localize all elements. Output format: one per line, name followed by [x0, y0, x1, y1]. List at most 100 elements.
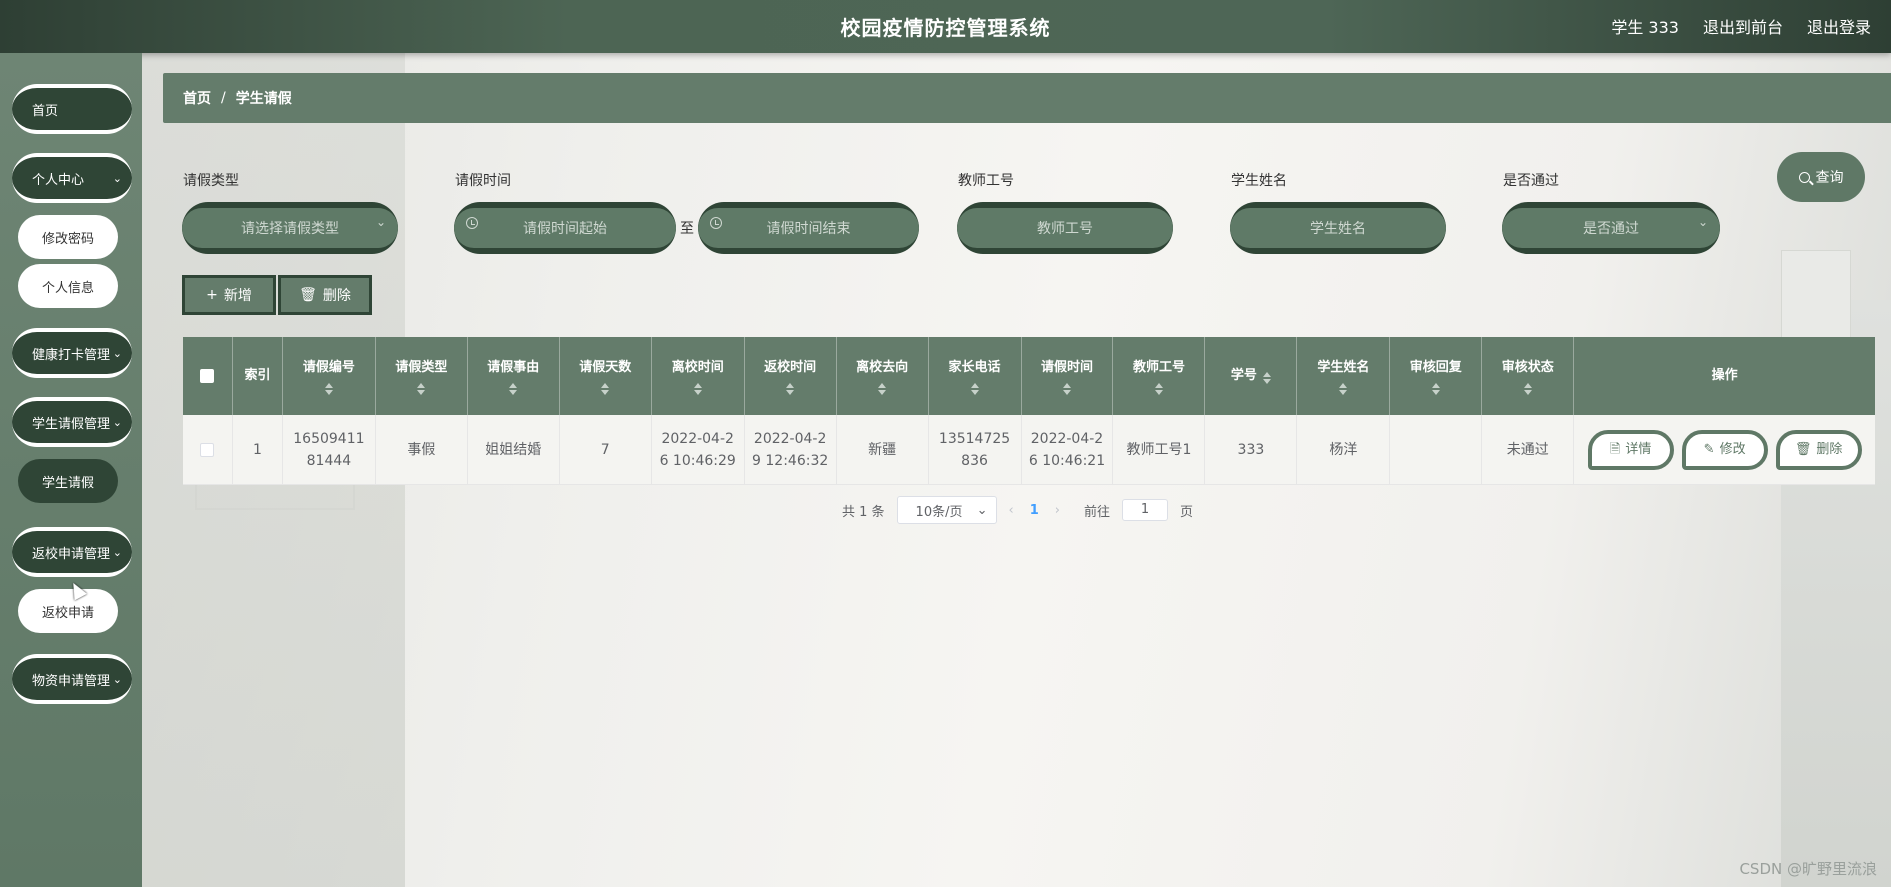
- add-button[interactable]: + 新增: [182, 275, 276, 315]
- sidebar-item-leave-mgmt[interactable]: 学生请假管理 ⌄: [12, 397, 132, 447]
- sort-icon[interactable]: [601, 379, 610, 395]
- sort-icon[interactable]: [417, 379, 426, 395]
- page-unit-label: 页: [1180, 504, 1194, 520]
- col-header[interactable]: 请假时间: [1022, 337, 1114, 415]
- edit-button[interactable]: ✎ 修改: [1681, 429, 1768, 470]
- chevron-down-icon: ⌄: [976, 502, 988, 518]
- cell-text: 9 12:46:32: [752, 452, 829, 469]
- sidebar-item-supplies-mgmt[interactable]: 物资申请管理 ⌄: [12, 654, 132, 704]
- col-header[interactable]: 返校时间: [745, 337, 837, 415]
- col-header[interactable]: 请假天数: [560, 337, 652, 415]
- sort-icon[interactable]: [509, 379, 518, 395]
- sort-icon[interactable]: [786, 379, 795, 395]
- sidebar-item-label: 学生请假管理: [32, 416, 111, 432]
- chevron-down-icon: ⌄: [112, 416, 122, 429]
- sidebar-item-label: 物资申请管理: [32, 673, 111, 689]
- sidebar-subitem-change-password[interactable]: 修改密码: [18, 215, 118, 259]
- leave-time-start-input[interactable]: 请假时间起始: [454, 202, 676, 254]
- breadcrumb-separator: /: [221, 90, 226, 106]
- sort-icon[interactable]: [324, 379, 333, 395]
- page-number-current[interactable]: 1: [1030, 503, 1039, 518]
- leave-type-select[interactable]: 请选择请假类型 ⌄: [182, 202, 398, 254]
- chevron-down-icon: ⌄: [375, 215, 386, 229]
- plus-icon: +: [206, 287, 218, 303]
- select-all-checkbox[interactable]: [200, 369, 215, 383]
- current-user[interactable]: 学生 333: [1611, 14, 1679, 38]
- passed-select[interactable]: 是否通过 ⌄: [1502, 202, 1720, 254]
- batch-delete-button[interactable]: 🗑 删除: [278, 275, 372, 315]
- sort-icon[interactable]: [1339, 379, 1348, 395]
- query-button-label: 查询: [1815, 170, 1844, 186]
- sort-icon[interactable]: [1154, 379, 1163, 395]
- sidebar-subitem-leave[interactable]: 学生请假: [18, 459, 118, 503]
- page-size-value: 10条/页: [915, 504, 963, 520]
- sort-icon[interactable]: [878, 379, 887, 395]
- leave-time-end-input[interactable]: 请假时间结束: [698, 202, 919, 254]
- sort-icon[interactable]: [1262, 368, 1271, 384]
- detail-button[interactable]: 🗎 详情: [1587, 429, 1674, 470]
- leave-type-label: 请假类型: [183, 173, 239, 189]
- col-header-label: 学生姓名: [1317, 360, 1370, 375]
- cell-text: 6 10:46:29: [659, 452, 736, 469]
- teacher-no-placeholder: 教师工号: [1037, 221, 1093, 237]
- col-header[interactable]: 教师工号: [1113, 337, 1206, 415]
- trash-icon: 🗑: [299, 287, 317, 303]
- cell-return-time: 2022-04-2 9 12:46:32: [745, 415, 837, 484]
- col-header[interactable]: 请假编号: [283, 337, 376, 415]
- sidebar-subitem-personal-info[interactable]: 个人信息: [18, 264, 118, 308]
- teacher-no-input[interactable]: 教师工号: [957, 202, 1173, 254]
- col-header[interactable]: 审核回复: [1390, 337, 1483, 415]
- query-button[interactable]: 查询: [1777, 152, 1865, 202]
- col-header[interactable]: 请假类型: [376, 337, 468, 415]
- col-header[interactable]: 审核状态: [1482, 337, 1575, 415]
- col-header[interactable]: 学生姓名: [1297, 337, 1391, 415]
- cell-text: 836: [961, 452, 988, 469]
- trash-icon: 🗑: [1794, 441, 1812, 457]
- cell-phone: 13514725 836: [929, 415, 1022, 484]
- col-header-label: 请假编号: [302, 360, 355, 375]
- col-header-label: 审核状态: [1501, 360, 1554, 375]
- sort-icon[interactable]: [970, 379, 979, 395]
- col-header-label: 教师工号: [1132, 360, 1185, 375]
- sidebar-item-home[interactable]: 首页: [12, 84, 132, 134]
- col-header[interactable]: 学号: [1205, 337, 1298, 415]
- watermark: CSDN @旷野里流浪: [1739, 860, 1877, 878]
- breadcrumb-current: 学生请假: [235, 91, 292, 107]
- delete-button-label: 删除: [322, 288, 351, 304]
- col-header[interactable]: 家长电话: [929, 337, 1022, 415]
- sidebar-item-health-checkin[interactable]: 健康打卡管理 ⌄: [12, 328, 132, 378]
- prev-page-icon[interactable]: ‹: [1009, 503, 1014, 518]
- col-header[interactable]: 离校去向: [837, 337, 929, 415]
- app-title: 校园疫情防控管理系统: [840, 16, 1051, 40]
- col-header-label: 请假时间: [1040, 360, 1093, 375]
- clock-icon: [466, 217, 478, 229]
- student-name-input[interactable]: 学生姓名: [1230, 202, 1446, 254]
- search-icon: [1798, 171, 1810, 183]
- leave-table: 索引 请假编号 请假类型 请假事由 请假天数 离校时间 返校时间 离校去向 家长…: [183, 337, 1875, 485]
- cell-leave-no: 16509411 81444: [283, 415, 376, 484]
- breadcrumb-home[interactable]: 首页: [183, 88, 211, 108]
- sort-icon[interactable]: [1523, 379, 1532, 395]
- sidebar-item-personal-center[interactable]: 个人中心 ⌄: [12, 153, 132, 203]
- col-header[interactable]: 离校时间: [652, 337, 745, 415]
- back-to-front-link[interactable]: 退出到前台: [1703, 14, 1783, 38]
- top-header: 校园疫情防控管理系统 学生 333 退出到前台 退出登录: [0, 0, 1891, 53]
- col-header[interactable]: 请假事由: [468, 337, 560, 415]
- clock-icon: [710, 217, 722, 229]
- next-page-icon[interactable]: ›: [1055, 503, 1060, 518]
- row-delete-button[interactable]: 🗑 删除: [1775, 429, 1862, 470]
- sort-icon[interactable]: [1062, 379, 1071, 395]
- sidebar-item-return-mgmt[interactable]: 返校申请管理 ⌄: [12, 527, 132, 577]
- pagination: 共 1 条 10条/页 ⌄ ‹ 1 › 前往 1 页: [842, 496, 1193, 524]
- cell-index: 1: [233, 415, 283, 484]
- page-size-select[interactable]: 10条/页 ⌄: [896, 496, 997, 524]
- leave-time-label: 请假时间: [455, 173, 511, 189]
- row-checkbox[interactable]: [200, 442, 215, 457]
- col-header-label: 学号: [1230, 368, 1257, 383]
- goto-page-input[interactable]: 1: [1122, 499, 1169, 521]
- sidebar-subitem-return-apply[interactable]: 返校申请: [18, 589, 118, 633]
- sort-icon[interactable]: [1431, 379, 1440, 395]
- logout-link[interactable]: 退出登录: [1807, 14, 1871, 38]
- sort-icon[interactable]: [693, 379, 702, 395]
- cell-leave-time: 2022-04-2 6 10:46:29: [652, 415, 745, 484]
